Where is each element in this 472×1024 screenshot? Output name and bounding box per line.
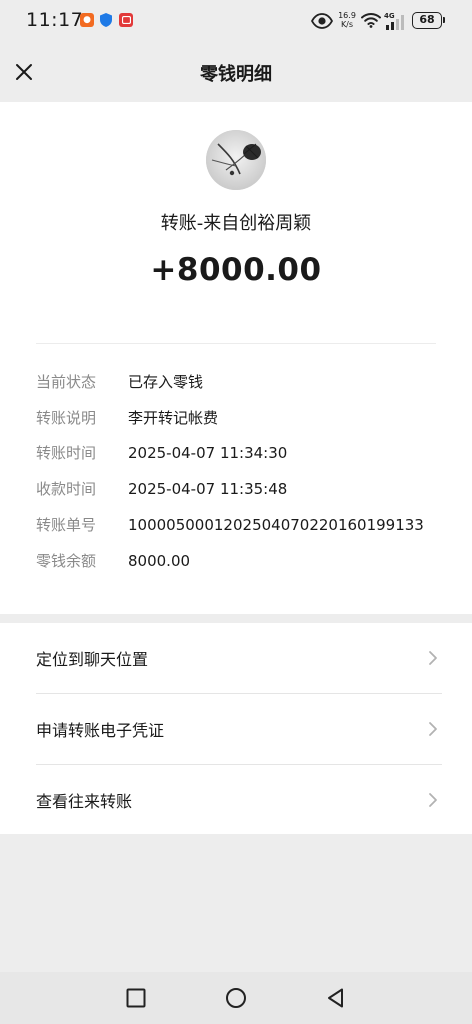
detail-row: 转账单号 1000050001202504070220160199133 <box>36 513 424 537</box>
back-button[interactable] <box>324 986 348 1010</box>
detail-value: 2025-04-07 11:34:30 <box>128 444 288 462</box>
detail-row: 当前状态 已存入零钱 <box>36 370 203 394</box>
page-title: 零钱明细 <box>200 64 272 85</box>
view-transfers-button[interactable]: 查看往来转账 <box>0 765 472 835</box>
divider <box>36 343 436 344</box>
detail-label: 转账时间 <box>36 444 97 462</box>
triangle-back-icon <box>328 988 343 1008</box>
detail-label: 当前状态 <box>36 373 97 391</box>
system-nav-bar <box>0 972 472 1024</box>
detail-value: 8000.00 <box>128 552 191 570</box>
locate-chat-button[interactable]: 定位到聊天位置 <box>0 623 472 693</box>
detail-row: 零钱余额 8000.00 <box>36 549 190 573</box>
detail-row: 转账说明 李开转记帐费 <box>36 406 218 430</box>
transfer-detail-card: 转账-来自创裕周颖 +8000.00 当前状态 已存入零钱 转账说明 李开转记帐费 … <box>0 102 472 614</box>
action-label: 查看往来转账 <box>36 792 133 811</box>
home-button[interactable] <box>224 986 248 1010</box>
detail-label: 零钱余额 <box>36 552 97 570</box>
chevron-right-icon <box>428 650 438 670</box>
detail-label: 收款时间 <box>36 480 97 498</box>
actions-card: 定位到聊天位置 申请转账电子凭证 查看往来转账 <box>0 623 472 834</box>
status-time: 11:17 <box>26 9 84 31</box>
battery-indicator: 68 <box>412 12 445 29</box>
avatar <box>206 130 266 190</box>
network-type-label: 4G <box>384 12 395 20</box>
detail-row: 收款时间 2025-04-07 11:35:48 <box>36 477 287 501</box>
net-speed-unit: K/s <box>340 20 354 29</box>
square-icon <box>126 988 146 1008</box>
detail-value: 1000050001202504070220160199133 <box>128 516 424 534</box>
detail-value: 已存入零钱 <box>128 373 204 391</box>
detail-value: 2025-04-07 11:35:48 <box>128 480 288 498</box>
detail-label: 转账单号 <box>36 516 97 534</box>
chevron-right-icon <box>428 792 438 812</box>
action-label: 定位到聊天位置 <box>36 650 149 669</box>
notification-app-icon: ● <box>80 13 94 27</box>
recent-apps-button[interactable] <box>124 986 148 1010</box>
detail-row: 转账时间 2025-04-07 11:34:30 <box>36 441 287 465</box>
net-speed: 16.9 K/s <box>337 11 357 29</box>
action-label: 申请转账电子凭证 <box>36 721 165 740</box>
status-bar: 11:17 ● 16.9 K/s 4G 68 <box>0 0 472 44</box>
chevron-right-icon <box>428 721 438 741</box>
circle-icon <box>226 988 246 1008</box>
wifi-icon <box>361 12 381 32</box>
transfer-amount: +8000.00 <box>150 252 322 288</box>
notification-app-icon <box>119 13 133 27</box>
nav-bar: 零钱明细 <box>0 44 472 102</box>
detail-value: 李开转记帐费 <box>128 409 219 427</box>
transfer-sender: 转账-来自创裕周颖 <box>160 213 312 234</box>
detail-label: 转账说明 <box>36 409 97 427</box>
net-speed-value: 16.9 <box>338 11 356 20</box>
eye-icon <box>310 13 334 33</box>
shield-icon <box>99 13 113 27</box>
request-voucher-button[interactable]: 申请转账电子凭证 <box>0 694 472 764</box>
signal-icon: 4G <box>384 11 408 35</box>
